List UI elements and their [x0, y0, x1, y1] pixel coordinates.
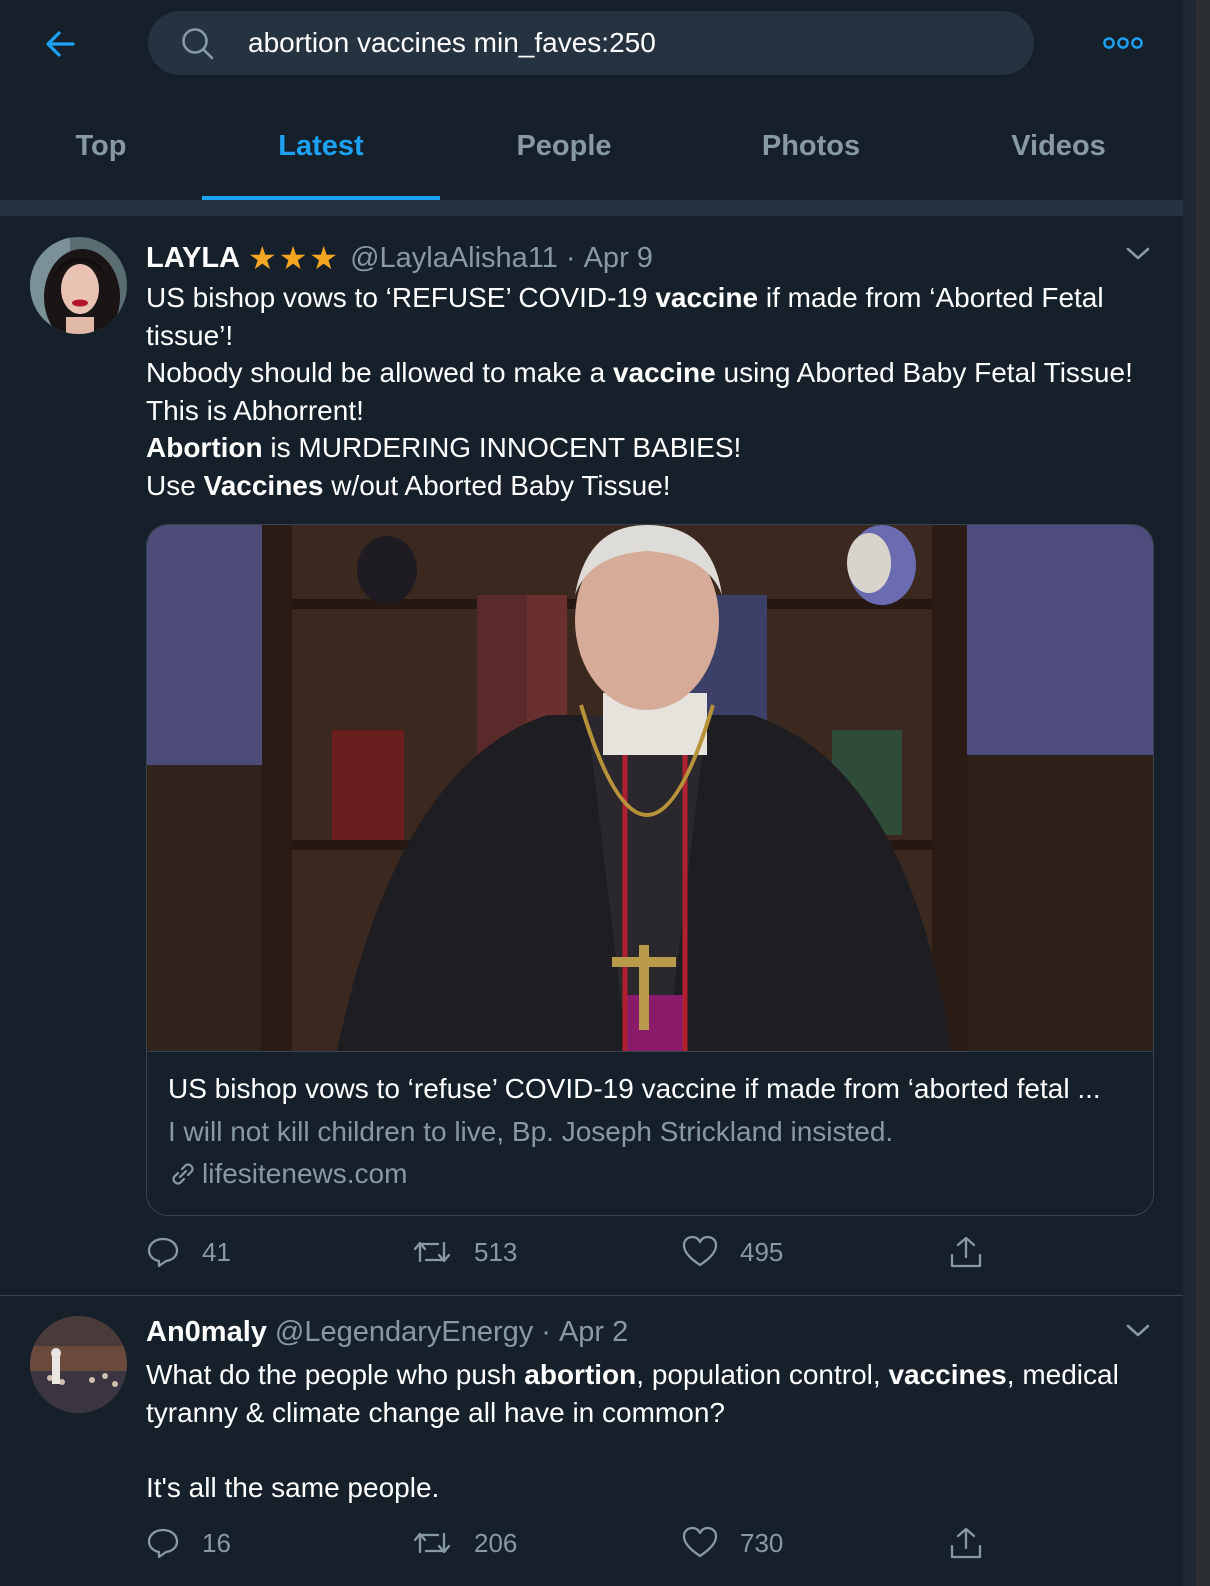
tweet-actions: 16 206 730 [146, 1526, 1046, 1566]
tab-label: Videos [1011, 130, 1106, 162]
tweet-line: Use Vaccines w/out Aborted Baby Tissue! [146, 469, 671, 501]
search-icon [182, 28, 214, 60]
search-input[interactable] [248, 11, 1008, 75]
like-button[interactable]: 730 [682, 1526, 783, 1560]
tab-top[interactable]: Top [0, 100, 202, 200]
tweet-header: LAYLA ★★★ @LaylaAlisha11 · Apr 9 [146, 239, 653, 277]
retweet-count: 206 [474, 1527, 518, 1558]
author-name[interactable]: An0maly [146, 1316, 267, 1349]
tweet-header: An0maly @LegendaryEnergy · Apr 2 [146, 1316, 628, 1349]
tweet[interactable]: An0maly @LegendaryEnergy · Apr 2 What do… [0, 1296, 1183, 1586]
author-handle[interactable]: @LegendaryEnergy [275, 1316, 533, 1349]
chevron-down-icon[interactable] [1124, 1316, 1152, 1344]
tab-photos[interactable]: Photos [688, 100, 934, 200]
more-button[interactable] [1098, 28, 1148, 58]
avatar-image [30, 237, 127, 334]
tweet-date[interactable]: Apr 2 [559, 1316, 628, 1349]
reply-button[interactable]: 41 [146, 1235, 231, 1269]
card-image [147, 525, 1153, 1052]
tab-people[interactable]: People [440, 100, 688, 200]
share-button[interactable] [948, 1235, 1006, 1269]
avatar[interactable] [30, 237, 127, 334]
retweet-icon [413, 1241, 451, 1263]
tab-label: Photos [761, 130, 861, 162]
tweet-line: It's all the same people. [146, 1471, 440, 1503]
chevron-down-icon[interactable] [1124, 239, 1152, 267]
card-title: US bishop vows to ‘refuse’ COVID-19 vacc… [168, 1073, 1101, 1104]
tab-label: Latest [278, 130, 364, 162]
reply-button[interactable]: 16 [146, 1526, 231, 1560]
search-box[interactable] [148, 11, 1034, 75]
tab-label: Top [75, 130, 127, 162]
author-name[interactable]: LAYLA [146, 242, 240, 275]
back-button[interactable] [40, 24, 80, 64]
separator-dot: · [565, 241, 576, 274]
author-handle[interactable]: @LaylaAlisha11 [350, 242, 558, 275]
header-divider [0, 200, 1183, 216]
card-domain-text: lifesitenews.com [202, 1158, 408, 1189]
reply-icon [147, 1528, 179, 1559]
tab-latest[interactable]: Latest [202, 100, 440, 200]
like-button[interactable]: 495 [682, 1235, 783, 1269]
heart-icon [682, 1526, 718, 1558]
search-tabs: Top Latest People Photos Videos [0, 100, 1183, 200]
top-bar [0, 0, 1196, 88]
reply-count: 16 [202, 1527, 231, 1558]
heart-icon [682, 1235, 718, 1267]
retweet-button[interactable]: 206 [412, 1526, 517, 1560]
link-icon [172, 1163, 194, 1185]
tweet-text: US bishop vows to ‘REFUSE’ COVID-19 vacc… [146, 279, 1161, 504]
reply-count: 41 [202, 1236, 231, 1267]
avatar-image [30, 1316, 127, 1413]
card-description: I will not kill children to live, Bp. Jo… [168, 1116, 894, 1147]
retweet-count: 513 [474, 1236, 518, 1267]
arrow-left-icon [46, 31, 75, 57]
like-count: 730 [740, 1527, 784, 1558]
avatar[interactable] [30, 1316, 127, 1413]
window-edge [1196, 0, 1210, 1586]
tweet-text: What do the people who push abortion, po… [146, 1356, 1161, 1506]
retweet-icon [413, 1532, 451, 1554]
like-count: 495 [740, 1236, 784, 1267]
tab-videos[interactable]: Videos [934, 100, 1183, 200]
share-icon [950, 1527, 982, 1559]
star-emoji-badge: ★★★ [248, 240, 341, 276]
scrollbar[interactable] [1183, 0, 1196, 1586]
tweet-line: Nobody should be allowed to make a vacci… [146, 357, 1133, 426]
separator-dot: · [541, 1316, 551, 1348]
tweet-line: US bishop vows to ‘REFUSE’ COVID-19 vacc… [146, 282, 1104, 351]
retweet-button[interactable]: 513 [412, 1235, 517, 1269]
tab-label: People [516, 130, 612, 162]
tweet-date[interactable]: Apr 9 [584, 242, 653, 275]
reply-icon [147, 1237, 179, 1268]
card-domain: lifesitenews.com [168, 1158, 407, 1190]
tweet-line: Abortion is MURDERING INNOCENT BABIES! [146, 432, 742, 463]
share-icon [950, 1236, 982, 1268]
tweet[interactable]: LAYLA ★★★ @LaylaAlisha11 · Apr 9 US bish… [0, 217, 1183, 1296]
tweet-actions: 41 513 495 [146, 1235, 1046, 1275]
more-dots-icon [1103, 37, 1143, 49]
tweet-line: What do the people who push abortion, po… [146, 1359, 1119, 1428]
link-card[interactable]: US bishop vows to ‘refuse’ COVID-19 vacc… [146, 524, 1154, 1216]
share-button[interactable] [948, 1526, 1006, 1560]
